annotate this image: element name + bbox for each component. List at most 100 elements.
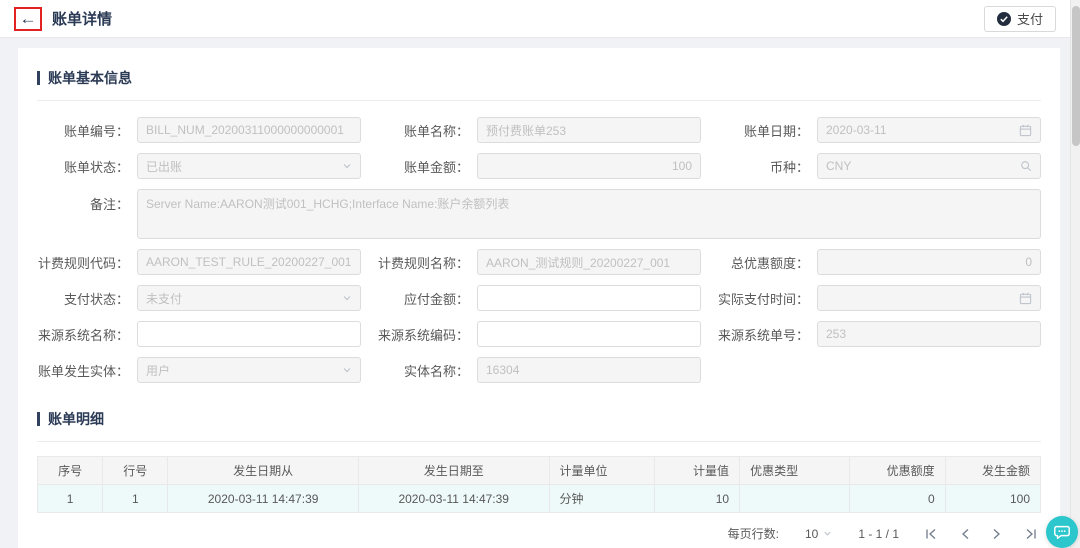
bill-detail-table: 序号 行号 发生日期从 发生日期至 计量单位 计量值 优惠类型 优惠额度 发生金… [37, 456, 1041, 513]
bill-status-select[interactable]: 已出账 [137, 153, 361, 179]
top-bar: ← 账单详情 支付 [0, 0, 1070, 38]
chat-bubble-icon [1053, 523, 1071, 541]
section-divider [37, 441, 1041, 442]
empty-cell [717, 357, 1041, 383]
source-sys-code-label: 来源系统编码： [377, 325, 477, 344]
next-page-button[interactable] [992, 528, 1002, 540]
rule-name-label: 计费规则名称： [377, 253, 477, 272]
cell-discount-type [740, 485, 850, 513]
scrollbar-thumb[interactable] [1072, 6, 1080, 146]
remark-label: 备注： [37, 189, 137, 213]
bill-entity-label: 账单发生实体： [37, 361, 137, 380]
rule-code-input[interactable]: AARON_TEST_RULE_20200227_001 [137, 249, 361, 275]
col-quantity: 计量值 [654, 457, 739, 485]
field-source-sys-code: 来源系统编码： [377, 321, 701, 347]
actual-pay-time-picker[interactable] [817, 285, 1041, 311]
bill-date-picker[interactable]: 2020-03-11 [817, 117, 1041, 143]
source-sys-num-input[interactable]: 253 [817, 321, 1041, 347]
field-actual-pay-time: 实际支付时间： [717, 285, 1041, 311]
cell-unit: 分钟 [549, 485, 654, 513]
back-button-annotation-box: ← [14, 7, 42, 31]
remark-textarea[interactable]: Server Name:AARON测试001_HCHG;Interface Na… [137, 189, 1041, 239]
cell-line-num: 1 [103, 485, 168, 513]
payable-amount-input[interactable] [477, 285, 701, 311]
chevron-down-icon [342, 161, 352, 171]
rows-per-page-select[interactable]: 10 [805, 527, 832, 541]
field-bill-status: 账单状态： 已出账 [37, 153, 361, 179]
bill-status-label: 账单状态： [37, 157, 137, 176]
cell-quantity: 10 [654, 485, 739, 513]
pay-status-select[interactable]: 未支付 [137, 285, 361, 311]
field-pay-status: 支付状态： 未支付 [37, 285, 361, 311]
currency-lookup-input[interactable]: CNY [817, 153, 1041, 179]
calendar-icon [1019, 292, 1032, 305]
pay-button-label: 支付 [1017, 9, 1043, 28]
table-row[interactable]: 1 1 2020-03-11 14:47:39 2020-03-11 14:47… [38, 485, 1041, 513]
back-icon[interactable]: ← [20, 10, 37, 27]
field-rule-name: 计费规则名称： AARON_测试规则_20200227_001 [377, 249, 701, 275]
field-bill-amount: 账单金额： 100 [377, 153, 701, 179]
pagination-controls [925, 528, 1037, 540]
field-remark: 备注： Server Name:AARON测试001_HCHG;Interfac… [37, 189, 1041, 239]
cell-date-from: 2020-03-11 14:47:39 [168, 485, 359, 513]
field-bill-name: 账单名称： 预付费账单253 [377, 117, 701, 143]
chevron-down-icon [823, 529, 832, 538]
source-sys-code-input[interactable] [477, 321, 701, 347]
col-discount-amount: 优惠额度 [850, 457, 945, 485]
source-sys-num-label: 来源系统单号： [717, 325, 817, 344]
section-divider [37, 100, 1041, 101]
last-page-button[interactable] [1024, 528, 1037, 540]
field-bill-date: 账单日期： 2020-03-11 [717, 117, 1041, 143]
total-discount-input[interactable]: 0 [817, 249, 1041, 275]
col-date-to: 发生日期至 [358, 457, 549, 485]
rows-per-page-label: 每页行数: [728, 525, 779, 542]
field-entity-name: 实体名称： 16304 [377, 357, 701, 383]
bill-name-label: 账单名称： [377, 121, 477, 140]
content-panel: 账单基本信息 账单编号： BILL_NUM_202003110000000000… [18, 48, 1060, 548]
rows-per-page-value: 10 [805, 527, 818, 541]
actual-pay-time-label: 实际支付时间： [717, 289, 817, 308]
col-unit: 计量单位 [549, 457, 654, 485]
total-discount-label: 总优惠额度： [717, 253, 817, 272]
field-currency: 币种： CNY [717, 153, 1041, 179]
rule-name-input[interactable]: AARON_测试规则_20200227_001 [477, 249, 701, 275]
section-accent-bar [37, 412, 40, 426]
currency-label: 币种： [717, 157, 817, 176]
bill-num-label: 账单编号： [37, 121, 137, 140]
field-source-sys-num: 来源系统单号： 253 [717, 321, 1041, 347]
pay-button[interactable]: 支付 [984, 6, 1056, 32]
basic-info-section-title: 账单基本信息 [48, 68, 132, 88]
bill-date-label: 账单日期： [717, 121, 817, 140]
rule-code-label: 计费规则代码： [37, 253, 137, 272]
scrollbar-track[interactable] [1070, 0, 1080, 548]
basic-info-section-header: 账单基本信息 [37, 68, 1041, 88]
bill-name-input[interactable]: 预付费账单253 [477, 117, 701, 143]
entity-name-input[interactable]: 16304 [477, 357, 701, 383]
first-page-button[interactable] [925, 528, 938, 540]
col-line-num: 行号 [103, 457, 168, 485]
cell-date-to: 2020-03-11 14:47:39 [358, 485, 549, 513]
search-icon [1020, 160, 1032, 172]
bill-num-input[interactable]: BILL_NUM_20200311000000000001 [137, 117, 361, 143]
col-seq: 序号 [38, 457, 103, 485]
table-header-row: 序号 行号 发生日期从 发生日期至 计量单位 计量值 优惠类型 优惠额度 发生金… [38, 457, 1041, 485]
payable-amount-label: 应付金额： [377, 289, 477, 308]
col-discount-type: 优惠类型 [740, 457, 850, 485]
source-sys-name-input[interactable] [137, 321, 361, 347]
prev-page-button[interactable] [960, 528, 970, 540]
chevron-down-icon [342, 365, 352, 375]
bill-amount-input[interactable]: 100 [477, 153, 701, 179]
source-sys-name-label: 来源系统名称： [37, 325, 137, 344]
calendar-icon [1019, 124, 1032, 137]
bill-amount-label: 账单金额： [377, 157, 477, 176]
col-date-from: 发生日期从 [168, 457, 359, 485]
pagination-bar: 每页行数: 10 1 - 1 / 1 [37, 525, 1041, 542]
field-total-discount: 总优惠额度： 0 [717, 249, 1041, 275]
field-source-sys-name: 来源系统名称： [37, 321, 361, 347]
col-amount: 发生金额 [945, 457, 1040, 485]
field-payable-amount: 应付金额： [377, 285, 701, 311]
cell-discount-amount: 0 [850, 485, 945, 513]
entity-name-label: 实体名称： [377, 361, 477, 380]
feedback-chat-button[interactable] [1046, 516, 1078, 548]
bill-entity-select[interactable]: 用户 [137, 357, 361, 383]
